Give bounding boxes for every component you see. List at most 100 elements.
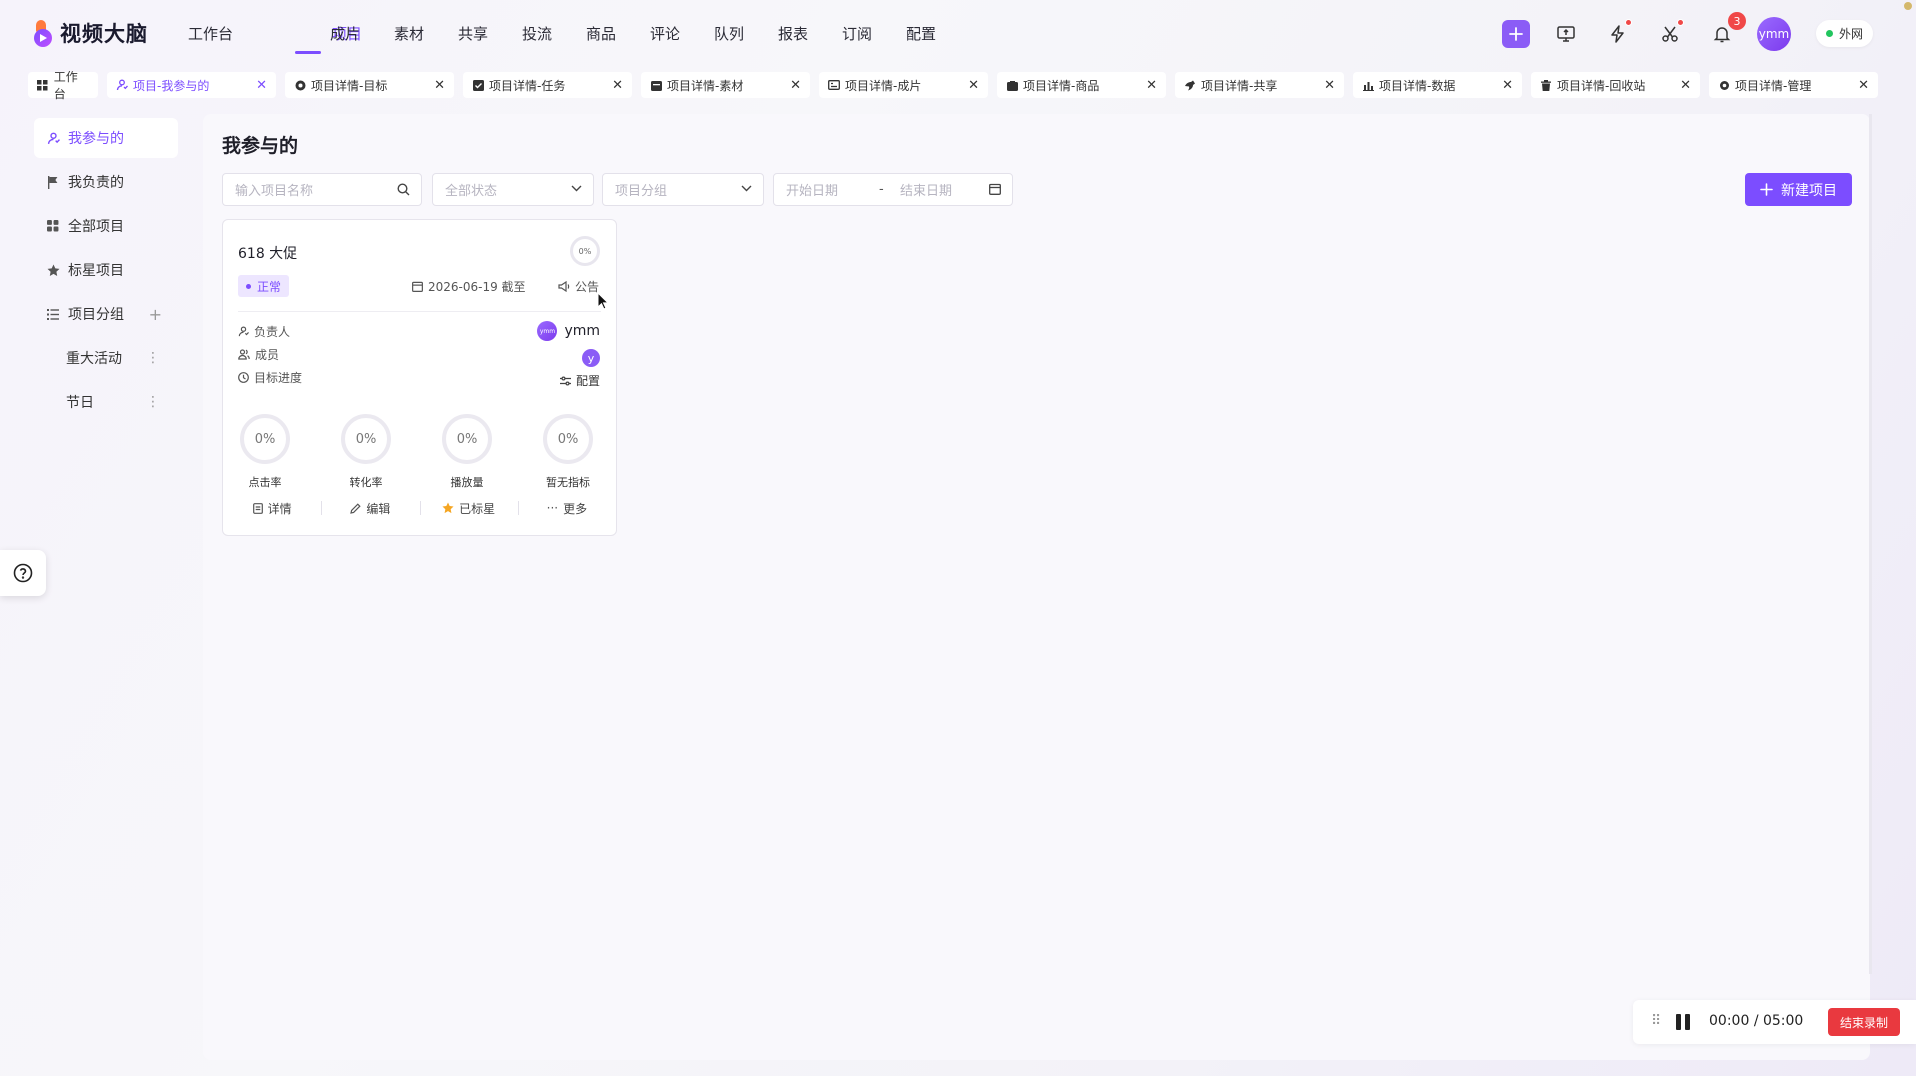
star-icon [442, 502, 454, 514]
close-icon[interactable]: ✕ [256, 78, 267, 93]
nav-item-ads[interactable]: 投流 [522, 0, 552, 66]
nav-item-reports[interactable]: 报表 [778, 0, 808, 66]
nav-item-subscribe[interactable]: 订阅 [842, 0, 872, 66]
logo-text: 视频大脑 [60, 22, 148, 46]
nav-item-films[interactable]: 成片 [330, 0, 360, 66]
tab-label: 项目详情-成片 [845, 78, 922, 93]
tab-detail-task[interactable]: 项目详情-任务 ✕ [463, 72, 632, 98]
clip-button[interactable] [1656, 19, 1684, 48]
group-icon [238, 348, 250, 360]
sidebar-group-label: 节日 [66, 395, 94, 411]
more-vertical-icon[interactable]: ⋮ [146, 350, 160, 366]
tab-detail-data[interactable]: 项目详情-数据 ✕ [1353, 72, 1522, 98]
scissors-icon [1662, 26, 1678, 42]
close-icon[interactable]: ✕ [434, 78, 445, 93]
folder-icon [650, 79, 662, 91]
notification-button[interactable]: 3 [1708, 12, 1746, 48]
screen-share-button[interactable] [1552, 20, 1580, 48]
add-group-icon[interactable]: + [149, 305, 162, 324]
scrollbar-track[interactable] [1869, 114, 1872, 974]
close-icon[interactable]: ✕ [1858, 78, 1869, 93]
help-button[interactable] [0, 550, 46, 596]
notice-label: 公告 [574, 279, 599, 294]
goal-label: 目标进度 [254, 370, 303, 385]
network-status[interactable]: 外网 [1816, 20, 1874, 47]
tab-detail-manage[interactable]: 项目详情-管理 ✕ [1709, 72, 1878, 98]
notice-link[interactable]: 公告 [558, 276, 599, 296]
members-row-label: 成员 [238, 345, 279, 363]
nav-item-workbench[interactable]: 工作台 [188, 0, 254, 66]
close-icon[interactable]: ✕ [1502, 78, 1513, 93]
tab-detail-material[interactable]: 项目详情-素材 ✕ [641, 72, 810, 98]
date-range-picker[interactable]: 开始日期 - 结束日期 [773, 173, 1013, 206]
star-button[interactable]: 已标星 [419, 498, 518, 518]
detail-button[interactable]: 详情 [223, 498, 321, 518]
member-avatar[interactable]: y [582, 349, 600, 367]
tab-workbench[interactable]: 工作台 [28, 70, 98, 101]
new-project-button[interactable]: 新建项目 [1745, 173, 1852, 206]
more-vertical-icon[interactable]: ⋮ [146, 394, 160, 410]
close-icon[interactable]: ✕ [1324, 78, 1335, 93]
search-input[interactable]: 输入项目名称 [222, 173, 422, 206]
sidebar-item-groups[interactable]: 项目分组 + [34, 294, 178, 334]
nav-item-materials[interactable]: 素材 [394, 0, 424, 66]
nav-item-share[interactable]: 共享 [458, 0, 488, 66]
quick-action-button[interactable] [1604, 19, 1632, 48]
create-button[interactable] [1502, 20, 1530, 48]
sidebar-item-participating[interactable]: 我参与的 [34, 118, 178, 158]
chevron-down-icon [741, 185, 752, 192]
kpi-ring: 0% [240, 414, 290, 464]
new-project-label: 新建项目 [1781, 182, 1837, 199]
project-name[interactable]: 618 大促 [238, 243, 297, 263]
nav-item-config[interactable]: 配置 [906, 0, 936, 66]
owner[interactable]: ymm ymm [537, 321, 600, 341]
close-icon[interactable]: ✕ [612, 78, 623, 93]
pause-button[interactable] [1676, 1014, 1691, 1030]
question-icon [13, 563, 33, 583]
goal-row-label: 目标进度 [238, 368, 302, 386]
nav-item-products[interactable]: 商品 [586, 0, 616, 66]
close-icon[interactable]: ✕ [968, 78, 979, 93]
calendar-icon [989, 183, 1001, 195]
chevron-down-icon [571, 185, 582, 192]
sidebar-group-festivals[interactable]: 节日 ⋮ [34, 382, 178, 422]
sidebar-item-responsible[interactable]: 我负责的 [34, 162, 178, 202]
drag-handle-icon[interactable]: ⠿ [1651, 1014, 1661, 1028]
group-placeholder: 项目分组 [615, 184, 668, 199]
tab-detail-product[interactable]: 项目详情-商品 ✕ [997, 72, 1166, 98]
share-icon [1184, 79, 1196, 91]
card-actions: 详情 编辑 已标星 ··· 更多 [223, 498, 616, 518]
more-button[interactable]: ··· 更多 [517, 498, 616, 518]
gear-icon [1718, 79, 1730, 91]
nav-item-comments[interactable]: 评论 [650, 0, 680, 66]
nav-item-queue[interactable]: 队列 [714, 0, 744, 66]
target-icon [294, 79, 306, 91]
bell-icon [1713, 27, 1731, 43]
trash-icon [1540, 79, 1552, 91]
sidebar-item-starred[interactable]: 标星项目 [34, 250, 178, 290]
user-avatar[interactable]: ymm [1757, 17, 1791, 51]
sidebar-item-label: 我负责的 [68, 175, 124, 191]
document-icon [252, 502, 263, 514]
sidebar-item-all-projects[interactable]: 全部项目 [34, 206, 178, 246]
config-link[interactable]: 配置 [559, 372, 600, 389]
group-select[interactable]: 项目分组 [602, 173, 764, 206]
tab-detail-share[interactable]: 项目详情-共享 ✕ [1175, 72, 1344, 98]
project-card[interactable]: 618 大促 0% 正常 2026-06-19 截至 公告 负责人 ymm ym… [222, 219, 617, 536]
tab-detail-film[interactable]: 项目详情-成片 ✕ [819, 72, 988, 98]
close-icon[interactable]: ✕ [790, 78, 801, 93]
elapsed-time: 00:00 [1709, 1013, 1750, 1029]
stop-recording-button[interactable]: 结束录制 [1827, 1008, 1900, 1036]
tab-detail-recycle[interactable]: 项目详情-回收站 ✕ [1531, 72, 1700, 98]
status-select[interactable]: 全部状态 [432, 173, 594, 206]
sidebar-item-label: 我参与的 [68, 131, 124, 147]
app-logo[interactable]: 视频大脑 [34, 18, 148, 48]
tab-my-projects[interactable]: 项目-我参与的 ✕ [107, 72, 276, 98]
edit-button[interactable]: 编辑 [321, 498, 419, 518]
pause-icon-bar [1676, 1014, 1681, 1030]
close-icon[interactable]: ✕ [1680, 78, 1691, 93]
sidebar-group-major-events[interactable]: 重大活动 ⋮ [34, 338, 178, 378]
close-icon[interactable]: ✕ [1146, 78, 1157, 93]
tab-detail-goal[interactable]: 项目详情-目标 ✕ [285, 72, 454, 98]
notification-badge: 3 [1728, 12, 1746, 30]
